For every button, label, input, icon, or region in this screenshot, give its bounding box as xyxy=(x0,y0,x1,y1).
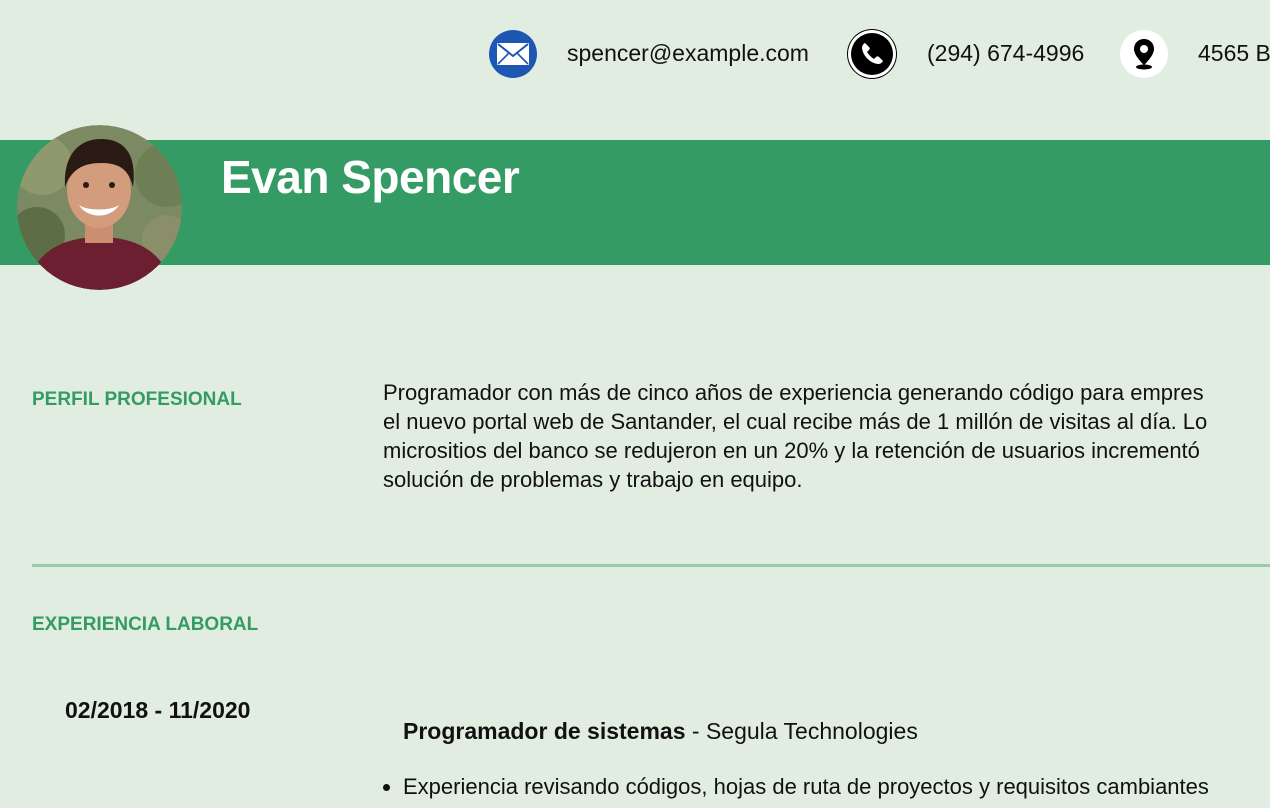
phone-icon xyxy=(848,30,896,78)
header-band xyxy=(0,140,1270,265)
section-label-profile: PERFIL PROFESIONAL xyxy=(32,389,242,410)
section-label-experience: EXPERIENCIA LABORAL xyxy=(32,614,259,635)
email-link[interactable]: spencer@example.com xyxy=(567,40,809,67)
profile-line: Programador con más de cinco años de exp… xyxy=(383,380,1204,405)
phone-number[interactable]: (294) 674-4996 xyxy=(927,40,1084,67)
job-title: Programador de sistemas xyxy=(403,718,686,744)
profile-line: el nuevo portal web de Santander, el cua… xyxy=(383,409,1208,434)
job-dates: 02/2018 - 11/2020 xyxy=(65,697,251,723)
candidate-name: Evan Spencer xyxy=(221,151,520,203)
envelope-icon xyxy=(489,30,537,78)
address-text: 4565 B xyxy=(1198,40,1270,66)
avatar xyxy=(17,125,182,290)
profile-summary: Programador con más de cinco años de exp… xyxy=(383,378,1270,494)
profile-line: micrositios del banco se redujeron en un… xyxy=(383,438,1200,463)
job-bullet-list: Experiencia revisando códigos, hojas de … xyxy=(383,772,1209,801)
section-divider xyxy=(32,564,1270,567)
list-item: Experiencia revisando códigos, hojas de … xyxy=(383,774,1209,799)
job-separator: - xyxy=(685,718,706,744)
profile-line: solución de problemas y trabajo en equip… xyxy=(383,467,803,492)
job-company: Segula Technologies xyxy=(705,718,918,744)
contact-bar: spencer@example.com (294) 674-4996 4565 … xyxy=(0,28,1270,80)
job-heading: Programador de sistemas - Segula Technol… xyxy=(403,718,918,745)
map-pin-icon xyxy=(1120,30,1168,78)
